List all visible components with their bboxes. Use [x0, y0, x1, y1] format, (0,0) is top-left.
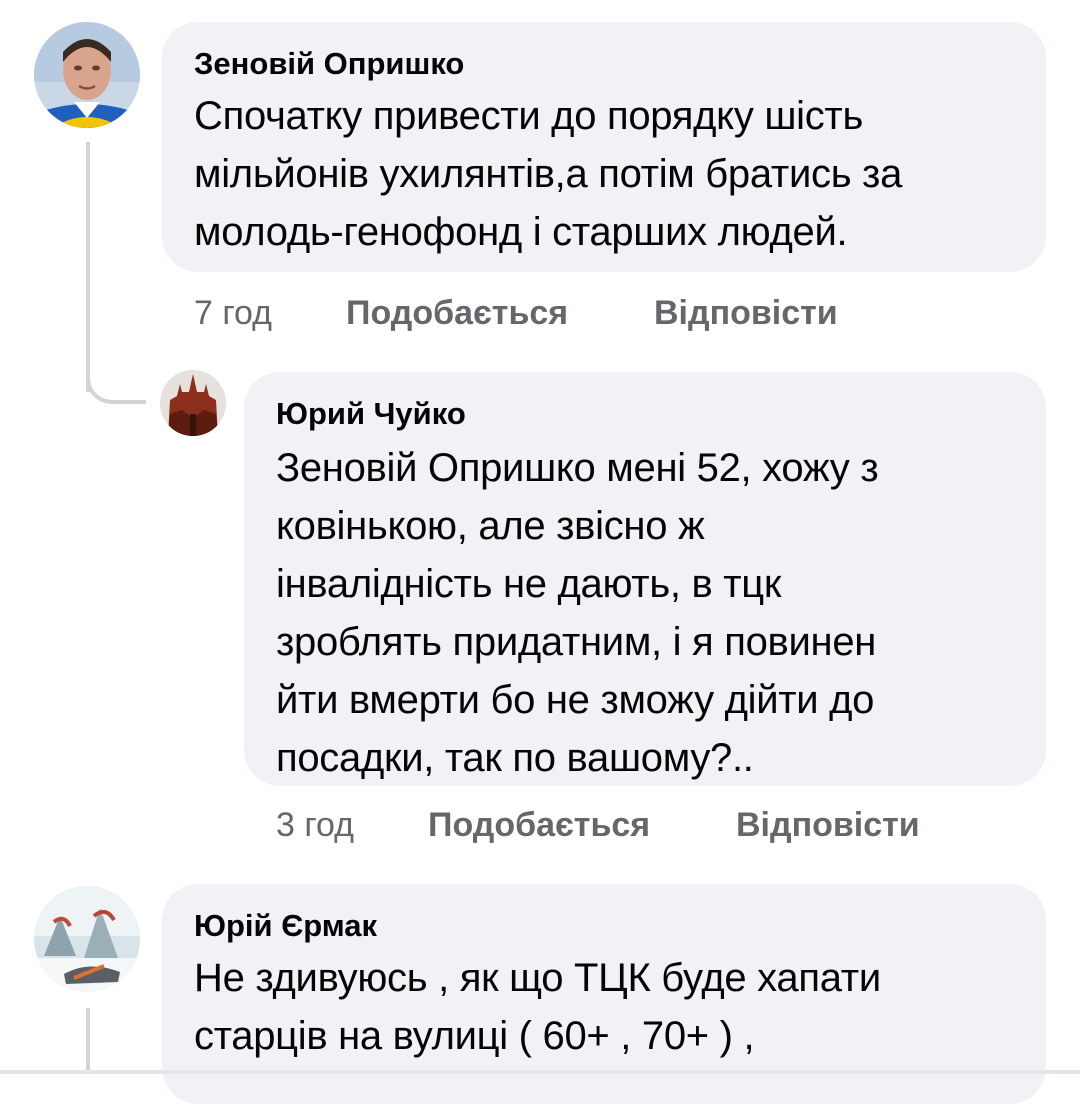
- person-portrait-icon: [34, 22, 140, 128]
- comment-bubble-1: Зеновій Опришко Спочатку привести до пор…: [162, 22, 1046, 272]
- comment-author[interactable]: Зеновій Опришко: [194, 46, 464, 82]
- reply-button[interactable]: Відповісти: [736, 806, 920, 845]
- comment-bubble-2: Юрий Чуйко Зеновій Опришко мені 52, хожу…: [244, 372, 1046, 786]
- comment-author[interactable]: Юрий Чуйко: [276, 396, 466, 432]
- comment-text-line: йти вмерти бо не зможу дійти до: [276, 678, 875, 722]
- comment-text-line: інвалідність не дають, в тцк: [276, 562, 782, 606]
- reply-button[interactable]: Відповісти: [654, 294, 838, 333]
- comment-text-line: Спочатку привести до порядку шість: [194, 94, 863, 138]
- comment-timestamp[interactable]: 7 год: [194, 294, 272, 333]
- comment-text-line: старців на вулиці ( 60+ , 70+ ) ,: [194, 1014, 755, 1058]
- like-button[interactable]: Подобається: [428, 806, 650, 845]
- avatar-yuriy-chuyko[interactable]: [160, 370, 226, 436]
- comment-timestamp[interactable]: 3 год: [276, 806, 354, 845]
- comment-text-line: ковінькою, але звісно ж: [276, 504, 705, 548]
- comment-text-line: мільйонів ухилянтів,а потім братись за: [194, 152, 903, 196]
- comment-text-line: Зеновій Опришко мені 52, хожу з: [276, 446, 879, 490]
- church-photo-icon: [160, 370, 226, 436]
- comment-author[interactable]: Юрій Єрмак: [194, 908, 377, 944]
- thread-line-vertical: [86, 142, 90, 392]
- like-button[interactable]: Подобається: [346, 294, 568, 333]
- comment-actions: 7 год Подобається Відповісти: [194, 294, 894, 334]
- winter-landscape-icon: [34, 886, 140, 992]
- comment-text-line: молодь-генофонд і старших людей.: [194, 210, 848, 254]
- comment-text-line: посадки, так по вашому?..: [276, 736, 754, 780]
- avatar-zenoviy[interactable]: [34, 22, 140, 128]
- comment-actions: 3 год Подобається Відповісти: [276, 806, 976, 846]
- thread-line-curve: [86, 370, 146, 404]
- bottom-divider: [0, 1070, 1080, 1074]
- comment-text-line: зроблять придатним, і я повинен: [276, 620, 877, 664]
- thread-line-vertical-bottom: [86, 1008, 90, 1074]
- comment-text-line: Не здивуюсь , як що ТЦК буде хапати: [194, 956, 881, 1000]
- avatar-yuriy-yermak[interactable]: [34, 886, 140, 992]
